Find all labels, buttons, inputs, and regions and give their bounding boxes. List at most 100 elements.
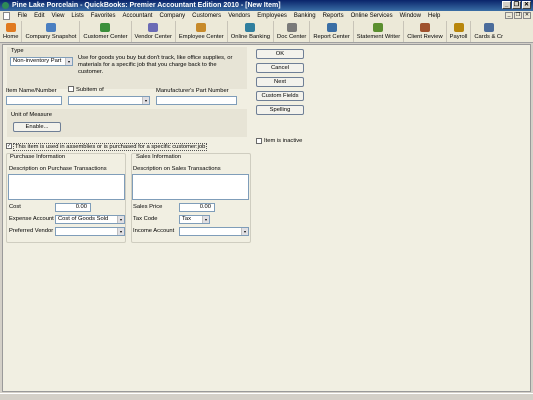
cancel-button[interactable]: Cancel [256, 63, 304, 73]
document-icon[interactable] [3, 12, 10, 20]
sales-desc-input[interactable] [132, 174, 249, 200]
chevron-down-icon: ▾ [117, 216, 124, 223]
window-title: Pine Lake Porcelain - QuickBooks: Premie… [12, 2, 281, 9]
tax-code-label: Tax Code [133, 216, 158, 222]
income-account-select[interactable]: ▾ [179, 227, 249, 236]
inactive-label: Item is inactive [264, 138, 303, 144]
menu-employees[interactable]: Employees [254, 13, 291, 19]
unit-of-measure-label: Unit of Measure [11, 112, 52, 118]
item-name-input[interactable] [6, 96, 62, 105]
custom-fields-button[interactable]: Custom Fields [256, 91, 304, 101]
customer-icon [100, 23, 111, 32]
menu-vendors[interactable]: Vendors [225, 13, 254, 19]
ok-button[interactable]: OK [256, 49, 304, 59]
menu-bar: File Edit View Lists Favorites Accountan… [0, 11, 533, 21]
toolbar-vendor-center[interactable]: Vendor Center [132, 21, 176, 42]
income-account-label: Income Account [133, 228, 175, 234]
doc-icon [286, 23, 297, 32]
menu-help[interactable]: Help [424, 13, 443, 19]
next-button[interactable]: Next [256, 77, 304, 87]
menu-file[interactable]: File [14, 13, 31, 19]
toolbar-doc-center[interactable]: Doc Center [274, 21, 311, 42]
bank-icon [245, 23, 256, 32]
expense-account-select[interactable]: Cost of Goods Sold ▾ [55, 215, 125, 224]
toolbar-employee-center[interactable]: Employee Center [176, 21, 228, 42]
type-select[interactable]: Non-inventory Part ▾ [10, 57, 73, 66]
cost-label: Cost [9, 204, 21, 210]
expense-account-label: Expense Account [9, 216, 54, 222]
menu-edit[interactable]: Edit [31, 13, 48, 19]
status-bar [0, 393, 533, 400]
purchase-desc-input[interactable] [8, 174, 125, 200]
report-icon [326, 23, 337, 32]
mfr-part-label: Manufacturer's Part Number [156, 88, 229, 94]
menu-window[interactable]: Window [396, 13, 424, 19]
menu-lists[interactable]: Lists [68, 13, 87, 19]
purchase-desc-label: Description on Purchase Transactions [9, 166, 107, 172]
icon-toolbar: Home Company Snapshot Customer Center Ve… [0, 21, 533, 43]
menu-online-services[interactable]: Online Services [347, 13, 396, 19]
toolbar-payroll[interactable]: Payroll [447, 21, 472, 42]
toolbar-online-banking[interactable]: Online Banking [228, 21, 275, 42]
subitem-label: Subitem of [76, 87, 104, 93]
cost-input[interactable]: 0.00 [55, 203, 91, 212]
tax-code-select[interactable]: Tax ▾ [179, 215, 210, 224]
statement-icon [373, 23, 384, 32]
subitem-checkbox[interactable] [68, 86, 74, 92]
enable-uom-button[interactable]: Enable... [13, 122, 61, 132]
cards-icon [483, 23, 494, 32]
snapshot-icon [45, 23, 56, 32]
chevron-down-icon: ▾ [202, 216, 209, 223]
menu-view[interactable]: View [48, 13, 68, 19]
chevron-down-icon: ▾ [117, 228, 124, 235]
menu-company[interactable]: Company [156, 13, 189, 19]
mdi-close-button[interactable]: ✕ [523, 12, 531, 19]
toolbar-home[interactable]: Home [0, 21, 23, 42]
preferred-vendor-select[interactable]: ▾ [55, 227, 125, 236]
toolbar-customer-center[interactable]: Customer Center [80, 21, 132, 42]
sales-price-label: Sales Price [133, 204, 163, 210]
mfr-part-input[interactable] [156, 96, 237, 105]
menu-banking[interactable]: Banking [290, 13, 319, 19]
mdi-restore-button[interactable]: ❐ [514, 12, 522, 19]
employee-icon [196, 23, 207, 32]
payroll-icon [453, 23, 464, 32]
preferred-vendor-label: Preferred Vendor [9, 228, 54, 234]
sales-price-input[interactable]: 0.00 [179, 203, 215, 212]
toolbar-cards[interactable]: Cards & Cr [471, 21, 506, 42]
close-button[interactable]: ✕ [522, 1, 531, 9]
restore-button[interactable]: ❐ [512, 1, 521, 9]
type-label: Type [11, 48, 24, 54]
window-controls: _ ❐ ✕ [502, 1, 531, 9]
new-item-form: Type Non-inventory Part ▾ Use for goods … [2, 44, 531, 392]
review-icon [419, 23, 430, 32]
chevron-down-icon: ▾ [65, 58, 72, 65]
window-title-bar[interactable]: Pine Lake Porcelain - QuickBooks: Premie… [0, 0, 533, 11]
type-description: Use for goods you buy but don't track, l… [78, 55, 233, 75]
assemblies-label: This item is used in assemblies or is pu… [13, 143, 208, 151]
item-name-label: Item Name/Number [6, 88, 57, 94]
mdi-controls: _ ❐ ✕ [505, 12, 531, 19]
toolbar-client-review[interactable]: Client Review [404, 21, 447, 42]
subitem-select[interactable]: ▾ [68, 96, 150, 105]
menu-reports[interactable]: Reports [319, 13, 347, 19]
toolbar-company-snapshot[interactable]: Company Snapshot [22, 21, 81, 42]
menu-accountant[interactable]: Accountant [119, 13, 156, 19]
spelling-button[interactable]: Spelling [256, 105, 304, 115]
purchase-info-header: Purchase Information [10, 154, 66, 160]
menu-favorites[interactable]: Favorites [87, 13, 119, 19]
menu-customers[interactable]: Customers [189, 13, 225, 19]
sales-info-header: Sales Information [136, 154, 182, 160]
home-icon [5, 23, 16, 32]
minimize-button[interactable]: _ [502, 1, 511, 9]
mdi-minimize-button[interactable]: _ [505, 12, 513, 19]
vendor-icon [148, 23, 159, 32]
chevron-down-icon: ▾ [142, 97, 149, 104]
inactive-checkbox[interactable] [256, 138, 262, 144]
quickbooks-app-icon [2, 2, 9, 9]
chevron-down-icon: ▾ [241, 228, 248, 235]
assemblies-checkbox[interactable]: ✓ [6, 143, 12, 149]
toolbar-report-center[interactable]: Report Center [310, 21, 354, 42]
toolbar-statement-writer[interactable]: Statement Writer [354, 21, 405, 42]
sales-desc-label: Description on Sales Transactions [133, 166, 221, 172]
